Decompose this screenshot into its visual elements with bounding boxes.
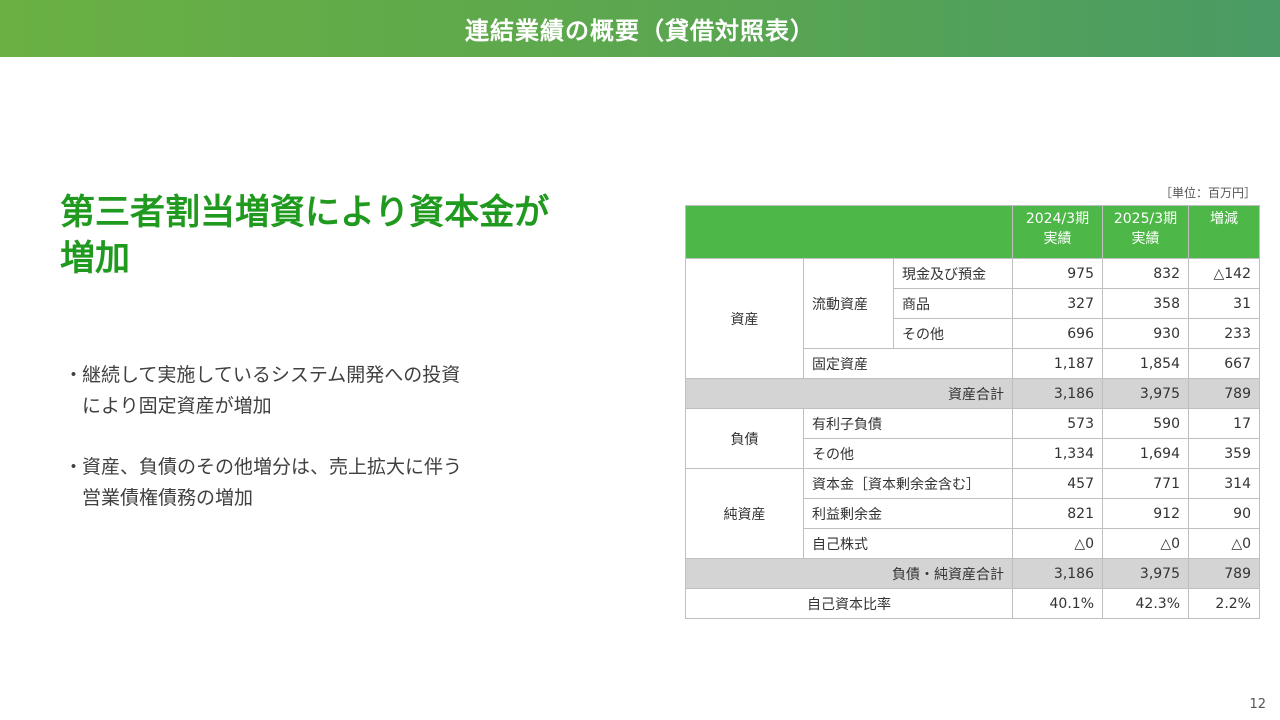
value-2025: 590 xyxy=(1102,408,1189,439)
column-header-line: 2024/3期 xyxy=(1025,211,1090,227)
total-label: 資産合計 xyxy=(685,378,1013,409)
value-2025: 1,854 xyxy=(1102,348,1189,379)
value-change: 31 xyxy=(1188,288,1260,319)
value-2024: 327 xyxy=(1012,288,1103,319)
value-change: △142 xyxy=(1188,258,1260,289)
title-bar: 連結業績の概要（貸借対照表） xyxy=(0,0,1280,57)
row-label: 自己資本比率 xyxy=(685,588,1013,619)
value-2025: 3,975 xyxy=(1102,378,1189,409)
column-header-change: 増減 xyxy=(1188,205,1260,259)
row-label: その他 xyxy=(803,438,1013,469)
column-header-line: 増減 xyxy=(1210,211,1238,227)
value-change: 90 xyxy=(1188,498,1260,529)
table-row: 負債 有利子負債 573 590 17 xyxy=(685,408,1260,469)
value-2025: 3,975 xyxy=(1102,558,1189,589)
value-change: 314 xyxy=(1188,468,1260,499)
value-2024: 696 xyxy=(1012,318,1103,349)
row-label: その他 xyxy=(893,318,1013,349)
value-2024: 457 xyxy=(1012,468,1103,499)
section-label-current-assets: 流動資産 xyxy=(803,258,894,349)
section-label-assets: 資産 xyxy=(685,258,804,379)
value-2024: △0 xyxy=(1012,528,1103,559)
column-header-line: 2025/3期 xyxy=(1113,211,1178,227)
value-2025: 930 xyxy=(1102,318,1189,349)
column-header-2024: 2024/3期 実績 xyxy=(1012,205,1103,259)
section-label-net-assets: 純資産 xyxy=(685,468,804,559)
section-label-liabilities: 負債 xyxy=(685,408,804,469)
row-label: 自己株式 xyxy=(803,528,1013,559)
row-label: 固定資産 xyxy=(803,348,1013,379)
bullet-line: 資産、負債のその他増分は、売上拡大に伴う xyxy=(82,456,463,478)
value-2024: 3,186 xyxy=(1012,378,1103,409)
bullet-line: により固定資産が増加 xyxy=(82,395,272,417)
row-label: 有利子負債 xyxy=(803,408,1013,439)
column-header-line: 実績 xyxy=(1131,231,1160,247)
value-2025: 1,694 xyxy=(1102,438,1189,469)
value-2024: 1,334 xyxy=(1012,438,1103,469)
column-header-line: 実績 xyxy=(1043,231,1072,247)
table-header-row: 2024/3期 実績 2025/3期 実績 増減 xyxy=(685,205,1260,259)
value-2025: 42.3% xyxy=(1102,588,1189,619)
value-2024: 975 xyxy=(1012,258,1103,289)
value-2024: 821 xyxy=(1012,498,1103,529)
bullet-marker: ・ xyxy=(64,364,84,386)
column-header-2025: 2025/3期 実績 xyxy=(1102,205,1189,259)
value-2025: 832 xyxy=(1102,258,1189,289)
bullet-marker: ・ xyxy=(64,456,84,478)
table-row: 純資産 資本金［資本剰余金含む］ 457 771 314 xyxy=(685,468,1260,559)
page-number: 12 xyxy=(1249,697,1266,712)
total-row: 資産合計 3,186 3,975 789 xyxy=(685,378,1260,409)
value-2025: 771 xyxy=(1102,468,1189,499)
value-change: 359 xyxy=(1188,438,1260,469)
row-label: 現金及び預金 xyxy=(893,258,1013,289)
value-2025: 912 xyxy=(1102,498,1189,529)
value-change: 789 xyxy=(1188,558,1260,589)
value-change: 2.2% xyxy=(1188,588,1260,619)
value-2024: 3,186 xyxy=(1012,558,1103,589)
value-change: △0 xyxy=(1188,528,1260,559)
total-row: 負債・純資産合計 3,186 3,975 789 xyxy=(685,558,1260,589)
table-row: 資産 流動資産 現金及び預金 975 832 △142 xyxy=(685,258,1260,379)
slide-title: 連結業績の概要（貸借対照表） xyxy=(465,17,815,45)
value-2025: △0 xyxy=(1102,528,1189,559)
value-2025: 358 xyxy=(1102,288,1189,319)
value-change: 233 xyxy=(1188,318,1260,349)
table-row: 自己資本比率 40.1% 42.3% 2.2% xyxy=(685,588,1260,619)
value-change: 789 xyxy=(1188,378,1260,409)
value-2024: 40.1% xyxy=(1012,588,1103,619)
unit-label: ［単位：百万円］ xyxy=(1160,186,1257,200)
row-label: 利益剰余金 xyxy=(803,498,1013,529)
value-2024: 1,187 xyxy=(1012,348,1103,379)
bullet-line: 営業債権債務の増加 xyxy=(82,487,254,509)
value-2024: 573 xyxy=(1012,408,1103,439)
bullet-text: 継続して実施しているシステム開発への投資 により固定資産が増加 xyxy=(82,360,460,422)
header-blank-cell xyxy=(685,205,1013,259)
value-change: 667 xyxy=(1188,348,1260,379)
bullet-text: 資産、負債のその他増分は、売上拡大に伴う 営業債権債務の増加 xyxy=(82,452,462,514)
headline-line-1: 第三者割当増資により資本金が xyxy=(60,193,550,233)
row-label: 商品 xyxy=(893,288,1013,319)
value-change: 17 xyxy=(1188,408,1260,439)
headline: 第三者割当増資により資本金が 増加 xyxy=(60,190,620,282)
row-label: 資本金［資本剰余金含む］ xyxy=(803,468,1013,499)
bullet-item: ・ 資産、負債のその他増分は、売上拡大に伴う 営業債権債務の増加 xyxy=(64,452,564,514)
bullet-list: ・ 継続して実施しているシステム開発への投資 により固定資産が増加 ・ 資産、負… xyxy=(64,360,564,544)
bullet-item: ・ 継続して実施しているシステム開発への投資 により固定資産が増加 xyxy=(64,360,564,422)
balance-sheet-table: 2024/3期 実績 2025/3期 実績 増減 資産 流動資産 現金及び預金 … xyxy=(685,205,1260,619)
headline-line-2: 増加 xyxy=(60,239,131,279)
total-label: 負債・純資産合計 xyxy=(685,558,1013,589)
bullet-line: 継続して実施しているシステム開発への投資 xyxy=(82,364,461,386)
